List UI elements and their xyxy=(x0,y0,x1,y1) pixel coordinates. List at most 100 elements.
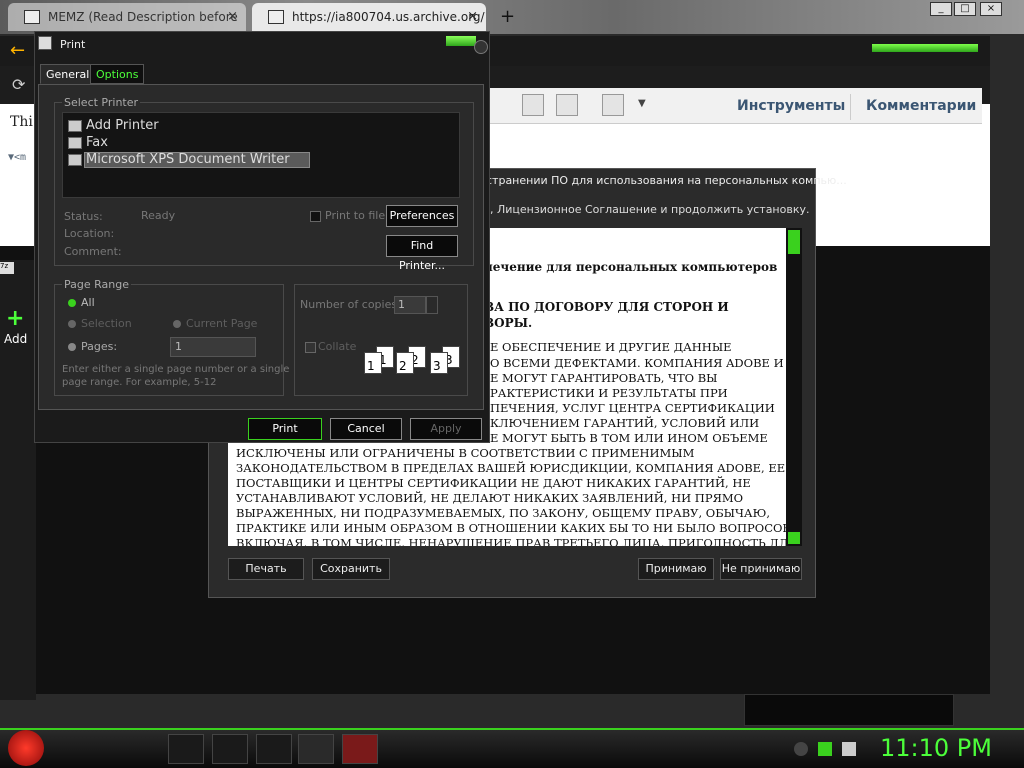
close-tab-icon[interactable]: × xyxy=(227,9,238,24)
select-printer-label: Select Printer xyxy=(62,96,141,109)
back-arrow-icon[interactable]: ← xyxy=(10,40,25,61)
all-label[interactable]: All xyxy=(81,296,95,309)
browser-tab-memz[interactable]: MEMZ (Read Description before × xyxy=(8,3,246,31)
license-text-line: ВОРЫ. xyxy=(484,316,533,330)
close-tab-icon[interactable]: × xyxy=(467,9,478,24)
comments-tab[interactable]: Комментарии xyxy=(866,98,976,114)
license-text-line: ВКЛЮЧАЯ, В ТОМ ЧИСЛЕ, НЕНАРУШЕНИЕ ПРАВ Т… xyxy=(236,536,786,546)
license-text-line: УСТАНАВЛИВАЮТ УСЛОВИЙ, НЕ ДЕЛАЮТ НИКАКИХ… xyxy=(236,491,744,505)
collate-page-icon: 2 xyxy=(396,352,414,374)
volume-icon[interactable] xyxy=(842,742,856,756)
pages-label[interactable]: Pages: xyxy=(81,340,117,353)
page-range-hint-1: Enter either a single page number or a s… xyxy=(62,364,290,375)
license-text-line: ЗАКОНОДАТЕЛЬСТВОМ В ПРЕДЕЛАХ ВАШЕЙ ЮРИСД… xyxy=(236,461,786,475)
dropdown-arrow-icon[interactable]: ▼ xyxy=(638,98,646,109)
add-label[interactable]: Add xyxy=(4,332,27,346)
pages-input[interactable]: 1 xyxy=(170,337,256,357)
fit-width-icon[interactable] xyxy=(556,94,578,116)
save-license-button[interactable]: Сохранить xyxy=(312,558,390,580)
pages-radio[interactable] xyxy=(68,343,76,351)
current-page-radio[interactable] xyxy=(173,320,181,328)
scroll-up-icon[interactable] xyxy=(788,230,800,242)
new-tab-button[interactable]: + xyxy=(500,6,515,27)
license-dialog-subtitle: , Лицензионное Соглашение и продолжить у… xyxy=(490,203,810,216)
acrobat-icon[interactable] xyxy=(342,734,378,764)
collate-label[interactable]: Collate xyxy=(318,340,356,353)
browser-tab-archive[interactable]: https://ia800704.us.archive.org/1 × xyxy=(252,3,486,31)
scroll-down-icon[interactable] xyxy=(788,532,800,544)
preferences-button[interactable]: Preferences xyxy=(386,205,458,227)
license-scrollbar[interactable] xyxy=(786,228,802,546)
page-range-hint-2: page range. For example, 5-12 xyxy=(62,377,217,388)
add-icon[interactable]: + xyxy=(6,306,24,331)
collate-page-icon: 3 xyxy=(430,352,448,374)
all-radio[interactable] xyxy=(68,299,76,307)
tab-general[interactable]: General xyxy=(40,64,96,84)
print-to-file-checkbox[interactable] xyxy=(310,211,321,222)
file-explorer-icon[interactable] xyxy=(168,734,204,764)
license-text-line: ВЫРАЖЕННЫХ, НИ ПОДРАЗУМЕВАЕМЫХ, ПО ЗАКОН… xyxy=(236,506,770,520)
status-value: Ready xyxy=(141,209,176,222)
license-text-line: ИСКЛЮЧЕНЫ ИЛИ ОГРАНИЧЕНЫ В СООТВЕТСТВИИ … xyxy=(236,446,695,460)
reload-icon[interactable]: ⟳ xyxy=(12,75,25,94)
print-license-button[interactable]: Печать xyxy=(228,558,304,580)
license-text-line: РАКТЕРИСТИКИ И РЕЗУЛЬТАТЫ ПРИ xyxy=(490,386,728,400)
license-text-line: ПЕЧЕНИЯ, УСЛУГ ЦЕНТРА СЕРТИФИКАЦИИ xyxy=(490,401,775,415)
page-text: Thi xyxy=(10,114,33,130)
license-text-line: ПОСТАВЩИКИ И ЦЕНТРЫ СЕРТИФИКАЦИИ НЕ ДАЮТ… xyxy=(236,476,751,490)
license-text-line: ВА ПО ДОГОВОРУ ДЛЯ СТОРОН И xyxy=(484,300,729,314)
7zip-icon: 7z xyxy=(0,262,14,274)
selection-radio[interactable] xyxy=(68,320,76,328)
tab-title: https://ia800704.us.archive.org/1 xyxy=(292,10,486,24)
selection-label[interactable]: Selection xyxy=(81,317,132,330)
cancel-button[interactable]: Cancel xyxy=(330,418,402,440)
page-meta-text: ▼<m xyxy=(8,152,27,163)
copies-label: Number of copies: xyxy=(300,298,401,311)
scroll-thumb[interactable] xyxy=(788,242,800,254)
add-printer-icon xyxy=(68,120,82,132)
tab-title: MEMZ (Read Description before xyxy=(48,10,238,24)
tools-tab[interactable]: Инструменты xyxy=(737,98,845,114)
find-printer-button[interactable]: Find Printer... xyxy=(386,235,458,272)
printer-item-fax[interactable]: Fax xyxy=(86,135,108,150)
license-dialog-title: странении ПО для использования на персон… xyxy=(486,174,847,187)
printer-item-xps[interactable]: Microsoft XPS Document Writer xyxy=(86,152,290,167)
fit-page-icon[interactable] xyxy=(522,94,544,116)
print-dialog-title: Print xyxy=(60,38,86,51)
fullscreen-icon[interactable] xyxy=(602,94,624,116)
chrome-icon[interactable] xyxy=(212,734,248,764)
close-window-button[interactable]: × xyxy=(980,2,1002,16)
comment-label: Comment: xyxy=(64,245,122,258)
opera-icon[interactable] xyxy=(298,734,334,764)
fax-icon xyxy=(68,137,82,149)
accept-button[interactable]: Принимаю xyxy=(638,558,714,580)
archive-icon xyxy=(268,10,284,24)
tab-options[interactable]: Options xyxy=(90,64,145,84)
maximize-button[interactable]: □ xyxy=(954,2,976,16)
green-window-bar xyxy=(446,36,476,46)
taskbar xyxy=(0,728,1024,768)
7zip-taskbar-icon[interactable] xyxy=(256,734,292,764)
minimize-button[interactable]: _ xyxy=(930,2,952,16)
collate-checkbox[interactable] xyxy=(305,342,316,353)
printer-icon xyxy=(68,154,82,166)
license-text-line: печение для персональных компьютеров xyxy=(484,260,778,274)
tray-arrow-icon[interactable] xyxy=(794,742,808,756)
current-page-label[interactable]: Current Page xyxy=(186,317,257,330)
license-text-line: Е ОБЕСПЕЧЕНИЕ И ДРУГИЕ ДАННЫЕ xyxy=(490,340,732,354)
print-button[interactable]: Print xyxy=(248,418,322,440)
copies-spinner[interactable] xyxy=(426,296,438,314)
printer-item-add[interactable]: Add Printer xyxy=(86,118,159,133)
location-label: Location: xyxy=(64,227,115,240)
apply-button[interactable]: Apply xyxy=(410,418,482,440)
print-to-file-label[interactable]: Print to file xyxy=(325,209,385,222)
network-icon[interactable] xyxy=(818,742,832,756)
page-range-label: Page Range xyxy=(62,278,131,291)
taskbar-clock[interactable]: 11:10 PM xyxy=(880,734,992,762)
close-dialog-icon[interactable] xyxy=(474,40,488,54)
license-text-line: КЛЮЧЕНИЕМ ГАРАНТИЙ, УСЛОВИЙ ИЛИ xyxy=(490,416,760,430)
decline-button[interactable]: Не принимаю xyxy=(720,558,802,580)
angry-bird-start-icon[interactable] xyxy=(8,730,44,766)
green-window-bar xyxy=(870,42,980,54)
copies-input[interactable]: 1 xyxy=(394,296,426,314)
